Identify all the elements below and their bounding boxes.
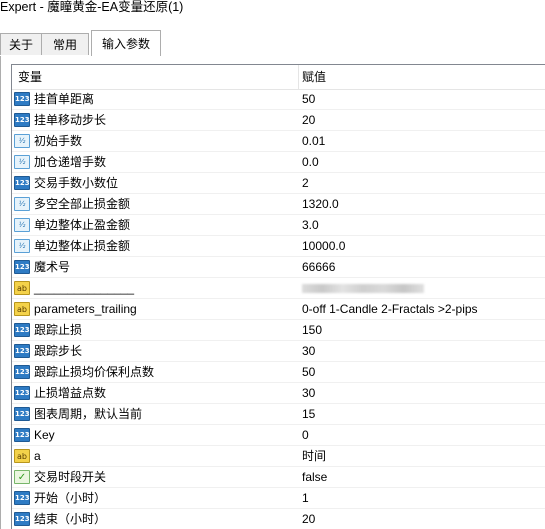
parameter-row[interactable]: 123 挂单移动步长 20 bbox=[12, 110, 545, 131]
parameters-grid: 变量 赋值 123 挂首单距离 50 123 挂单移动步长 20 ½ 初始手数 0.01 ½ 加仓递… bbox=[11, 64, 545, 529]
integer-type-icon: 123 bbox=[14, 491, 30, 505]
integer-type-icon: 123 bbox=[14, 512, 30, 526]
parameter-name: 交易手数小数位 bbox=[34, 176, 119, 190]
parameter-name: 挂单移动步长 bbox=[34, 113, 107, 127]
integer-type-icon: 123 bbox=[14, 92, 30, 106]
tab-strip: 关于 常用 输入参数 bbox=[0, 30, 545, 57]
parameter-name: a bbox=[34, 449, 41, 463]
parameter-value[interactable]: 2 bbox=[302, 173, 309, 193]
parameter-value[interactable]: 150 bbox=[302, 320, 322, 340]
double-type-icon: ½ bbox=[14, 218, 30, 232]
parameter-row[interactable]: ½ 单边整体止损金额 10000.0 bbox=[12, 236, 545, 257]
parameter-row[interactable]: ½ 多空全部止损金额 1320.0 bbox=[12, 194, 545, 215]
parameter-row[interactable]: 123 开始（小时） 1 bbox=[12, 488, 545, 509]
parameter-value[interactable]: 10000.0 bbox=[302, 236, 345, 256]
parameter-row[interactable]: 123 止损增益点数 30 bbox=[12, 383, 545, 404]
parameter-name: 初始手数 bbox=[34, 134, 83, 148]
parameter-row[interactable]: 123 挂首单距离 50 bbox=[12, 89, 545, 110]
parameter-name: 止损增益点数 bbox=[34, 386, 107, 400]
integer-type-icon: 123 bbox=[14, 407, 30, 421]
parameter-name: 跟踪步长 bbox=[34, 344, 83, 358]
parameter-row[interactable]: ✓ 交易时段开关 false bbox=[12, 467, 545, 488]
parameter-name: 多空全部止损金额 bbox=[34, 197, 131, 211]
parameter-name: 魔术号 bbox=[34, 260, 71, 274]
parameter-name: 单边整体止盈金额 bbox=[34, 218, 131, 232]
parameter-name: parameters_trailing bbox=[34, 302, 137, 316]
parameter-value[interactable]: 50 bbox=[302, 362, 315, 382]
parameter-name: _______________ bbox=[34, 281, 135, 295]
integer-type-icon: 123 bbox=[14, 323, 30, 337]
parameter-value[interactable]: 1 bbox=[302, 488, 309, 508]
integer-type-icon: 123 bbox=[14, 344, 30, 358]
parameter-value-obscured[interactable] bbox=[302, 278, 424, 298]
parameter-name: 挂首单距离 bbox=[34, 92, 95, 106]
tab-common[interactable]: 常用 bbox=[41, 33, 89, 55]
integer-type-icon: 123 bbox=[14, 113, 30, 127]
parameter-row[interactable]: ½ 加仓递增手数 0.0 bbox=[12, 152, 545, 173]
parameter-value[interactable]: 0.01 bbox=[302, 131, 325, 151]
parameter-row[interactable]: 123 跟踪止损均价保利点数 50 bbox=[12, 362, 545, 383]
parameter-value[interactable]: 50 bbox=[302, 89, 315, 109]
parameter-name: 加仓递增手数 bbox=[34, 155, 107, 169]
window-title: Expert - 魔瞳黄金-EA变量还原(1) bbox=[0, 0, 545, 20]
double-type-icon: ½ bbox=[14, 239, 30, 253]
double-type-icon: ½ bbox=[14, 134, 30, 148]
parameter-row[interactable]: ½ 初始手数 0.01 bbox=[12, 131, 545, 152]
parameter-value[interactable]: 3.0 bbox=[302, 215, 319, 235]
integer-type-icon: 123 bbox=[14, 176, 30, 190]
double-type-icon: ½ bbox=[14, 197, 30, 211]
parameter-row[interactable]: ab parameters_trailing 0-off 1-Candle 2-Fr… bbox=[12, 299, 545, 320]
parameter-value[interactable]: 30 bbox=[302, 383, 315, 403]
tab-input-parameters[interactable]: 输入参数 bbox=[91, 30, 161, 57]
parameter-name: 结束（小时） bbox=[34, 512, 107, 526]
column-header-value[interactable]: 赋值 bbox=[299, 65, 326, 89]
integer-type-icon: 123 bbox=[14, 428, 30, 442]
parameter-row[interactable]: ½ 单边整体止盈金额 3.0 bbox=[12, 215, 545, 236]
boolean-type-icon: ✓ bbox=[14, 470, 30, 484]
parameter-value[interactable]: false bbox=[302, 467, 327, 487]
parameter-value[interactable]: 66666 bbox=[302, 257, 335, 277]
string-type-icon: ab bbox=[14, 449, 30, 463]
parameter-row[interactable]: 123 交易手数小数位 2 bbox=[12, 173, 545, 194]
string-type-icon: ab bbox=[14, 302, 30, 316]
parameter-name: 单边整体止损金额 bbox=[34, 239, 131, 253]
parameter-name: 开始（小时） bbox=[34, 491, 107, 505]
tab-about[interactable]: 关于 bbox=[0, 33, 42, 55]
parameter-name: 跟踪止损 bbox=[34, 323, 83, 337]
parameter-value[interactable]: 0.0 bbox=[302, 152, 319, 172]
parameter-value[interactable]: 0-off 1-Candle 2-Fractals >2-pips bbox=[302, 299, 478, 319]
double-type-icon: ½ bbox=[14, 155, 30, 169]
parameter-value[interactable]: 20 bbox=[302, 110, 315, 130]
parameter-row[interactable]: 123 图表周期，默认当前 15 bbox=[12, 404, 545, 425]
input-parameters-panel: 变量 赋值 123 挂首单距离 50 123 挂单移动步长 20 ½ 初始手数 0.01 ½ 加仓递… bbox=[0, 56, 545, 529]
parameter-value[interactable]: 0 bbox=[302, 425, 309, 445]
parameter-name: 交易时段开关 bbox=[34, 470, 107, 484]
parameter-row[interactable]: ab a 时间 bbox=[12, 446, 545, 467]
parameter-name: 图表周期，默认当前 bbox=[34, 407, 143, 421]
parameter-value[interactable]: 30 bbox=[302, 341, 315, 361]
integer-type-icon: 123 bbox=[14, 260, 30, 274]
integer-type-icon: 123 bbox=[14, 386, 30, 400]
grid-header: 变量 赋值 bbox=[12, 65, 545, 90]
parameter-value[interactable]: 1320.0 bbox=[302, 194, 339, 214]
parameter-row[interactable]: 123 跟踪止损 150 bbox=[12, 320, 545, 341]
parameter-row[interactable]: 123 跟踪步长 30 bbox=[12, 341, 545, 362]
integer-type-icon: 123 bbox=[14, 365, 30, 379]
string-type-icon: ab bbox=[14, 281, 30, 295]
parameter-row[interactable]: 123 结束（小时） 20 bbox=[12, 509, 545, 529]
parameter-row[interactable]: 123 魔术号 66666 bbox=[12, 257, 545, 278]
parameter-value[interactable]: 时间 bbox=[302, 446, 326, 466]
parameter-row[interactable]: 123 Key 0 bbox=[12, 425, 545, 446]
parameter-name: 跟踪止损均价保利点数 bbox=[34, 365, 155, 379]
parameter-row[interactable]: ab _______________ bbox=[12, 278, 545, 299]
redacted-value-blur bbox=[302, 284, 424, 293]
parameter-name: Key bbox=[34, 428, 55, 442]
parameter-value[interactable]: 15 bbox=[302, 404, 315, 424]
parameter-value[interactable]: 20 bbox=[302, 509, 315, 529]
column-header-variable[interactable]: 变量 bbox=[12, 65, 299, 89]
